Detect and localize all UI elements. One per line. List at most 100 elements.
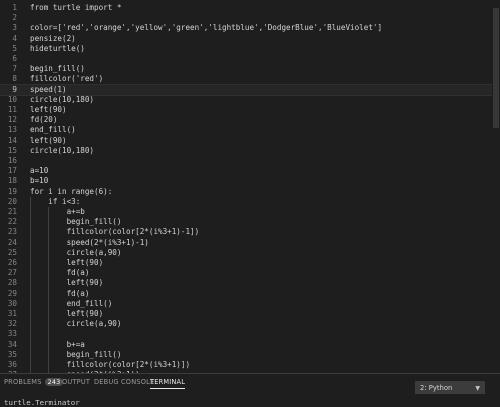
- code-line[interactable]: 3 color=['red','orange','yellow','green',…: [0, 23, 500, 33]
- code-line[interactable]: 24 speed(2*(i%3+1)-1): [0, 238, 500, 248]
- line-number: 19: [7, 186, 17, 196]
- line-number: 30: [7, 298, 17, 308]
- code-text[interactable]: left(90): [30, 309, 104, 319]
- code-text[interactable]: b+=a: [30, 340, 85, 350]
- code-line[interactable]: 12 fd(20): [0, 115, 500, 125]
- line-number: 34: [7, 339, 17, 349]
- code-line[interactable]: 28 left(90): [0, 278, 500, 288]
- code-text[interactable]: a=10: [30, 166, 48, 176]
- line-number: 3: [12, 23, 17, 33]
- code-line[interactable]: 21 a+=b: [0, 207, 500, 217]
- code-line[interactable]: 33: [0, 329, 500, 339]
- code-text[interactable]: end_fill(): [30, 125, 76, 135]
- code-text[interactable]: begin_fill(): [30, 64, 85, 74]
- code-line[interactable]: 4 pensize(2): [0, 34, 500, 44]
- code-line[interactable]: 5 hideturtle(): [0, 44, 500, 54]
- code-text[interactable]: circle(10,180): [30, 146, 94, 156]
- line-number: 13: [7, 125, 17, 135]
- panel-tabs: PROBLEMS 243 OUTPUT DEBUG CONSOLE TERMINA…: [0, 374, 420, 394]
- line-number: 36: [7, 360, 17, 369]
- code-text[interactable]: fillcolor(color[2*(i%3+1)-1]): [30, 227, 200, 237]
- code-text[interactable]: circle(a,90): [30, 319, 122, 329]
- code-text[interactable]: fd(a): [30, 268, 90, 278]
- code-text[interactable]: fillcolor(color[2*(i%3+1)]): [30, 360, 190, 370]
- line-number: 5: [12, 43, 17, 53]
- code-editor[interactable]: 1 from turtle import * 2 3 color=['red','ora…: [0, 0, 500, 373]
- code-line[interactable]: 23 fillcolor(color[2*(i%3+1)-1]): [0, 227, 500, 237]
- code-line[interactable]: 31 left(90): [0, 309, 500, 319]
- code-line[interactable]: 22 begin_fill(): [0, 217, 500, 227]
- tab-debug-console[interactable]: DEBUG CONSOLE: [94, 378, 154, 386]
- code-text[interactable]: hideturtle(): [30, 44, 85, 54]
- line-number: 32: [7, 319, 17, 329]
- code-line[interactable]: 10 circle(10,180): [0, 95, 500, 105]
- code-line[interactable]: 34 b+=a: [0, 340, 500, 350]
- code-line[interactable]: 35 begin_fill(): [0, 350, 500, 360]
- line-number: 20: [7, 196, 17, 206]
- code-line[interactable]: 15 circle(10,180): [0, 146, 500, 156]
- line-number: 21: [7, 207, 17, 216]
- line-number: 14: [7, 135, 17, 145]
- line-number: 15: [7, 145, 17, 155]
- line-number: 23: [7, 227, 17, 237]
- code-text[interactable]: end_fill(): [30, 299, 113, 309]
- code-line[interactable]: 8 fillcolor('red'): [0, 74, 500, 84]
- code-text[interactable]: circle(10,180): [30, 95, 94, 105]
- editor-scrollbar[interactable]: [492, 0, 500, 373]
- code-text[interactable]: begin_fill(): [30, 350, 122, 360]
- code-line[interactable]: 19 for i in range(6):: [0, 187, 500, 197]
- line-number: 31: [7, 309, 17, 318]
- code-line[interactable]: 18 b=10: [0, 176, 500, 186]
- tab-terminal[interactable]: TERMINAL: [150, 378, 186, 389]
- code-line[interactable]: 13 end_fill(): [0, 125, 500, 135]
- code-text[interactable]: from turtle import *: [30, 3, 121, 13]
- code-text[interactable]: fillcolor('red'): [30, 74, 103, 84]
- tab-output[interactable]: OUTPUT: [62, 378, 90, 386]
- code-text[interactable]: for i in range(6):: [30, 187, 112, 197]
- code-text[interactable]: pensize(2): [30, 34, 76, 44]
- line-number: 9: [12, 84, 17, 94]
- code-line[interactable]: 17 a=10: [0, 166, 500, 176]
- terminal-select[interactable]: 2: Python ▼: [415, 381, 485, 394]
- line-number: 8: [12, 74, 17, 84]
- code-line[interactable]: 2: [0, 13, 500, 23]
- code-text[interactable]: a+=b: [30, 207, 85, 217]
- code-text[interactable]: fd(20): [30, 115, 57, 125]
- line-number: 2: [12, 13, 17, 23]
- code-line[interactable]: 30 end_fill(): [0, 299, 500, 309]
- code-text[interactable]: begin_fill(): [30, 217, 122, 227]
- code-text[interactable]: b=10: [30, 176, 48, 186]
- scroll-thumb[interactable]: [493, 8, 499, 128]
- line-number: 12: [7, 115, 17, 125]
- code-text[interactable]: color=['red','orange','yellow','green','…: [30, 23, 382, 33]
- code-line[interactable]: 6: [0, 54, 500, 64]
- code-line[interactable]: 26 left(90): [0, 258, 500, 268]
- code-text[interactable]: left(90): [30, 278, 104, 288]
- line-number: 6: [12, 54, 17, 63]
- code-line[interactable]: 20 if i<3:: [0, 197, 500, 207]
- code-line[interactable]: 14 left(90): [0, 136, 500, 146]
- code-text[interactable]: fd(a): [30, 289, 90, 299]
- line-number: 17: [7, 166, 17, 176]
- code-text[interactable]: speed(1): [30, 85, 67, 95]
- code-line[interactable]: 7 begin_fill(): [0, 64, 500, 74]
- code-line[interactable]: 29 fd(a): [0, 289, 500, 299]
- indent-guide: [48, 207, 49, 373]
- code-text[interactable]: left(90): [30, 105, 67, 115]
- code-line[interactable]: 27 fd(a): [0, 268, 500, 278]
- code-line[interactable]: 1 from turtle import *: [0, 3, 500, 13]
- code-line[interactable]: 9 speed(1): [0, 83, 500, 96]
- code-line[interactable]: 32 circle(a,90): [0, 319, 500, 329]
- code-text[interactable]: left(90): [30, 136, 67, 146]
- code-line[interactable]: 25 circle(a,90): [0, 248, 500, 258]
- code-text[interactable]: circle(a,90): [30, 248, 122, 258]
- code-line[interactable]: 16: [0, 156, 500, 166]
- tab-problems[interactable]: PROBLEMS 243: [4, 378, 64, 386]
- code-text[interactable]: left(90): [30, 258, 104, 268]
- line-number: 7: [12, 64, 17, 74]
- code-text[interactable]: if i<3:: [30, 197, 80, 207]
- line-number: 26: [7, 258, 17, 267]
- code-line[interactable]: 36 fillcolor(color[2*(i%3+1)]): [0, 360, 500, 370]
- indent-guide: [30, 196, 31, 373]
- code-line[interactable]: 11 left(90): [0, 105, 500, 115]
